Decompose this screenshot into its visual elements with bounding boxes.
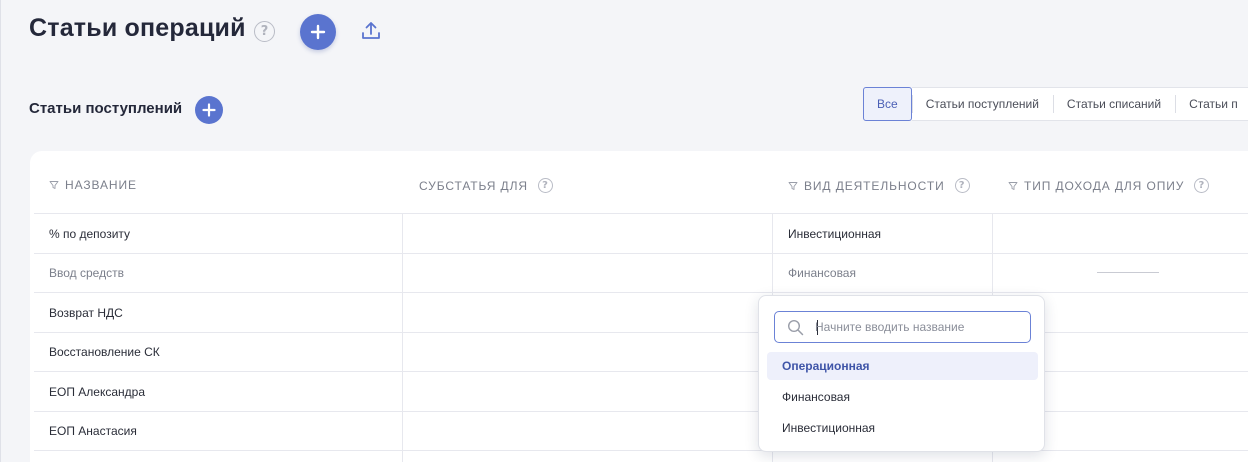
tab-other[interactable]: Статьи п: [1175, 87, 1248, 121]
option-financial[interactable]: Финансовая: [767, 383, 1038, 411]
column-header-label: ВИД ДЕЯТЕЛЬНОСТИ: [804, 178, 945, 193]
page-title: Статьи операций: [29, 14, 246, 42]
filter-icon[interactable]: [788, 181, 798, 191]
window-edge: [0, 0, 1, 462]
section-title: Статьи поступлений: [29, 100, 183, 117]
option-investment[interactable]: Инвестиционная: [767, 414, 1038, 442]
row-divider: [34, 411, 1248, 412]
column-header-income-type[interactable]: ТИП ДОХОДА ДЛЯ ОПИУ ?: [1008, 178, 1210, 193]
row-divider: [34, 450, 1248, 451]
dropdown-search[interactable]: [774, 311, 1031, 343]
question-icon[interactable]: ?: [954, 178, 970, 193]
filter-tabs: Все Статьи поступлений Статьи списаний С…: [863, 87, 1248, 121]
add-article-button[interactable]: [300, 14, 336, 50]
tab-income[interactable]: Статьи поступлений: [911, 87, 1053, 121]
plus-icon: [202, 103, 216, 117]
upload-icon: [362, 22, 380, 39]
row-activity[interactable]: Инвестиционная: [788, 227, 881, 241]
column-divider: [402, 213, 403, 462]
row-divider: [34, 292, 1248, 293]
search-input[interactable]: [815, 317, 1020, 337]
add-income-article-button[interactable]: [195, 96, 223, 124]
row-name[interactable]: ЕОП Анастасия: [49, 424, 137, 438]
tab-all[interactable]: Все: [863, 87, 912, 121]
search-icon: [787, 319, 804, 336]
question-icon[interactable]: ?: [1194, 178, 1210, 193]
row-divider: [34, 371, 1248, 372]
row-name[interactable]: % по депозиту: [49, 227, 130, 241]
empty-value-dash: [1097, 272, 1159, 273]
row-divider: [34, 253, 1248, 254]
column-header-subarticle: СУБСТАТЬЯ ДЛЯ ?: [419, 178, 553, 193]
column-header-activity[interactable]: ВИД ДЕЯТЕЛЬНОСТИ ?: [788, 178, 970, 193]
column-header-label: ТИП ДОХОДА ДЛЯ ОПИУ: [1024, 178, 1185, 193]
column-header-label: СУБСТАТЬЯ ДЛЯ: [419, 178, 528, 193]
row-name[interactable]: Возврат НДС: [49, 306, 123, 320]
row-name[interactable]: Ввод средств: [49, 266, 124, 280]
plus-icon: [310, 24, 326, 40]
filter-icon[interactable]: [49, 180, 59, 190]
export-button[interactable]: [359, 19, 383, 43]
row-divider: [34, 332, 1248, 333]
option-operational[interactable]: Операционная: [767, 352, 1038, 380]
row-activity[interactable]: Финансовая: [788, 266, 856, 280]
row-name[interactable]: Восстановление СК: [49, 345, 160, 359]
tab-expense[interactable]: Статьи списаний: [1052, 87, 1176, 121]
question-icon[interactable]: ?: [254, 21, 275, 42]
row-name[interactable]: ЕОП Александра: [49, 385, 145, 399]
column-header-label: НАЗВАНИЕ: [65, 178, 137, 192]
articles-table: [30, 151, 1248, 462]
column-header-name[interactable]: НАЗВАНИЕ: [49, 178, 137, 192]
row-divider: [34, 213, 1248, 214]
activity-type-dropdown: Операционная Финансовая Инвестиционная: [758, 295, 1045, 452]
filter-icon[interactable]: [1008, 181, 1018, 191]
question-icon[interactable]: ?: [537, 178, 553, 193]
